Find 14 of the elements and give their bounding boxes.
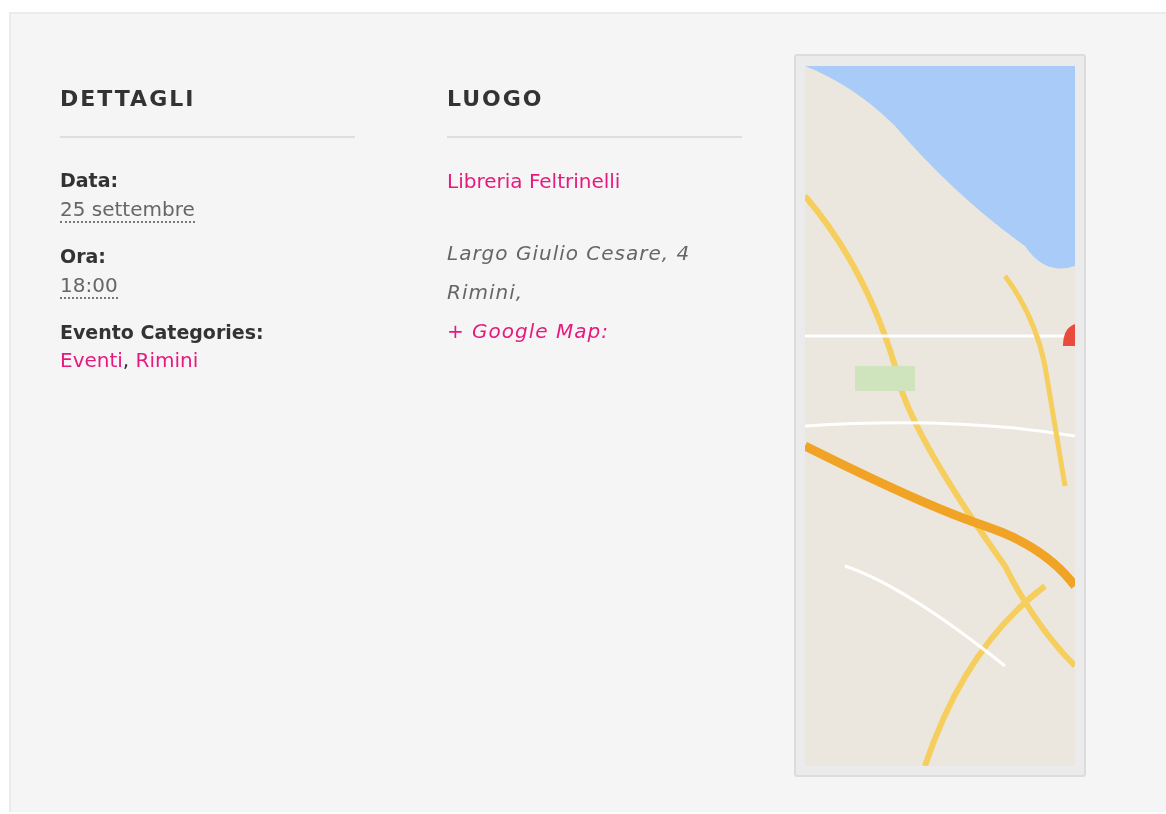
category-link[interactable]: Eventi xyxy=(60,348,123,372)
section-heading: DETTAGLI xyxy=(60,85,197,113)
category-link[interactable]: Rimini xyxy=(135,348,199,372)
field-value: 18:00 xyxy=(60,273,118,299)
section-heading: LUOGO xyxy=(447,85,545,113)
field-label: Data: xyxy=(60,168,120,193)
field-label: Ora: xyxy=(60,244,107,269)
address-line: Largo Giulio Cesare, 4 xyxy=(447,241,691,265)
field-value: 25 settembre xyxy=(60,197,195,223)
field-label: Evento Categories: xyxy=(60,320,265,345)
separator: , xyxy=(122,348,130,372)
venue-link[interactable]: Libreria Feltrinelli xyxy=(447,169,621,193)
address-line: Rimini, xyxy=(447,280,524,304)
google-map-link[interactable]: + Google Map: xyxy=(447,319,609,343)
